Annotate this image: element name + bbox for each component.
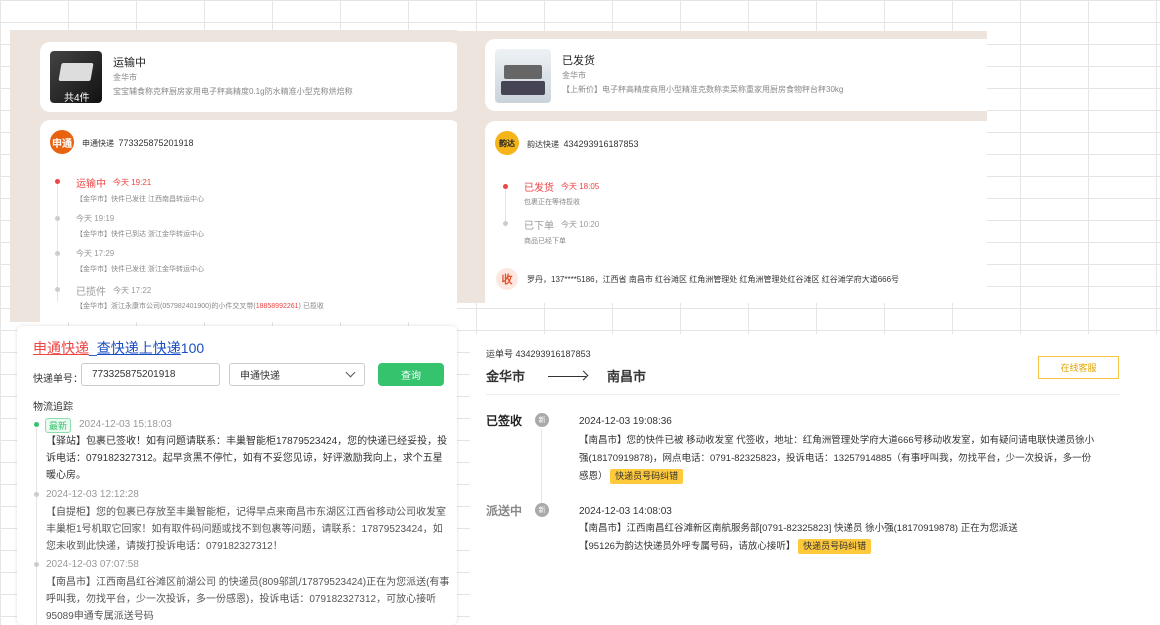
product-thumbnail[interactable] [495,49,551,103]
entry-text: 【驿站】包裹已签收！如有问题请联系：丰巢智能柜17879523424，您的快递已… [46,436,448,481]
timeline-dot [55,251,60,256]
timeline-note: 商品已经下单 [524,238,566,245]
tracking-card: 韵达 韵达快递 434293916187853 已发货 今天 18:05 包裹正… [485,121,987,303]
receiver-icon: 收 [496,268,518,290]
yunda-logo-icon: 韵达 [495,131,519,155]
event-text-note: 【95126为韵达快递员外呼专属号码，请放心接听】 快递员号码纠错 [579,538,1139,556]
route-arrow-head [578,370,589,381]
new-badge: 新 [535,503,549,517]
timeline-time: 今天 18:05 [561,182,600,191]
tracking-number-input[interactable]: 773325875201918 [81,363,220,386]
entry-text: 【南昌市】江西南昌红谷滩区前湖公司 的快递员(809邬凯/17879523424… [46,577,450,622]
event-state: 已签收 [486,414,523,428]
entry-text: 【自提柜】您的包裹已存放至丰巢智能柜，记得早点来南昌市东湖区江西省移动公司收发室… [46,507,446,552]
timeline-time: 今天 19:19 [76,214,115,223]
timeline-note: 【金华市】快件已到达 浙江金华转运中心 [76,231,204,238]
section-title: 物流追踪 [33,402,73,413]
scale-icon [504,65,542,79]
divider [486,394,1120,395]
entry-time: 2024-12-03 12:12:28 [46,489,139,500]
page-title: 申通快递_查快递上快递100 [33,340,205,356]
timeline-status: 已发货 [524,183,554,194]
carrier-select[interactable]: 申通快递 [229,363,365,386]
timeline-line [541,429,542,504]
carrier-info[interactable]: 申通快递 773325875201918 [82,138,194,149]
timeline-status: 已揽件 [76,287,106,298]
yunda-web-panel: 运单号 434293916187853 金华市 南昌市 在线客服 已签收 新 2… [470,334,1160,625]
carrier-select-value: 申通快递 [240,371,280,382]
receiver-address: 罗丹，137****5186，江西省 南昌市 红谷滩区 红角洲管理处 红角洲管理… [527,275,900,284]
carrier-name: 韵达快递 [527,140,559,149]
timeline-dot [34,492,39,497]
event-time: 2024-12-03 19:08:36 [579,416,672,427]
product-thumbnail[interactable]: 共4件 [50,51,102,103]
product-description: 【上新价】电子秤高精度商用小型精准克数称卖菜称重家用厨房食物秤台秤30kg [562,85,844,94]
courier-phone[interactable]: 18858992261 [256,303,299,310]
timeline-dot [55,287,60,292]
carrier-name: 申通快递 [82,139,114,148]
yunda-app-panel: 已发货 金华市 【上新价】电子秤高精度商用小型精准克数称卖菜称重家用厨房食物秤台… [457,31,987,303]
timeline-dot-current [55,179,60,184]
scale-icon [58,63,94,81]
item-count-label: 共4件 [64,93,90,103]
new-badge: 新 [535,413,549,427]
shop-name: 金华市 [113,73,137,82]
order-status: 已发货 [562,55,595,67]
timeline-time: 今天 17:29 [76,249,115,258]
tracking-number: 434293916187853 [563,139,639,149]
query-button[interactable]: 查询 [378,363,444,386]
timeline-time: 今天 19:21 [113,178,152,187]
shentong-logo-icon: 申通 [50,130,74,154]
destination-city: 南昌市 [607,369,647,384]
timeline-dot-current [503,184,508,189]
origin-city: 金华市 [486,369,526,384]
timeline-time: 今天 10:20 [561,220,600,229]
shop-name: 金华市 [562,71,586,80]
order-item-card[interactable]: 共4件 运输中 金华市 宝宝辅食称克秤厨房家用电子秤高精度0.1g防水精准小型克… [40,42,457,112]
entry-time: 2024-12-03 15:18:03 [79,419,172,430]
event-state: 派送中 [486,504,523,518]
timeline-dot [34,562,39,567]
event-time: 2024-12-03 14:08:03 [579,506,672,517]
waybill-number: 运单号 434293916187853 [486,349,591,359]
title-site-link[interactable]: 查快递上快递 [97,340,181,356]
timeline-status: 运输中 [76,179,106,190]
scale-base-icon [501,81,545,95]
timeline-note: 包裹正在等待揽收 [524,199,580,206]
courier-number-correction-button[interactable]: 快递员号码纠错 [798,539,872,554]
tracking-number-label: 快递单号： [33,374,83,385]
order-status: 运输中 [113,57,146,69]
courier-number-correction-button[interactable]: 快递员号码纠错 [610,469,684,484]
online-service-button[interactable]: 在线客服 [1038,356,1119,379]
timeline-note: 【金华市】快件已发往 浙江金华转运中心 [76,266,204,273]
timeline-time: 今天 17:22 [113,286,152,295]
kuaidi100-panel: 申通快递_查快递上快递100 快递单号： 773325875201918 申通快… [17,326,457,625]
timeline-dot-current [34,422,39,427]
timeline-line [36,428,37,625]
timeline-line [57,182,58,302]
timeline-note: 【金华市】快件已发往 江西南昌转运中心 [76,196,204,203]
tracking-card: 申通 申通快递 773325875201918 运输中 今天 19:21 【金华… [40,120,457,322]
timeline-dot [55,216,60,221]
carrier-info[interactable]: 韵达快递 434293916187853 [527,139,639,150]
timeline-dot [503,221,508,226]
timeline-status: 已下单 [524,221,554,232]
product-description: 宝宝辅食称克秤厨房家用电子秤高精度0.1g防水精准小型克称烘焙称 [113,87,353,96]
event-text: 【南昌市】江西南昌红谷滩新区南航服务部[0791-82325823] 快递员 徐… [579,523,1018,534]
chevron-down-icon [345,367,356,378]
timeline-note: 【金华市】浙江永康市公司(057982401900)的小件交叉带(1885899… [76,303,324,310]
tracking-number: 773325875201918 [118,138,194,148]
entry-time: 2024-12-03 07:07:58 [46,559,139,570]
shentong-app-panel: 共4件 运输中 金华市 宝宝辅食称克秤厨房家用电子秤高精度0.1g防水精准小型克… [10,30,457,322]
order-item-card[interactable]: 已发货 金华市 【上新价】电子秤高精度商用小型精准克数称卖菜称重家用厨房食物秤台… [485,39,987,111]
event-text: 【南昌市】您的快件已被 移动收发室 代签收，地址：红角洲管理处学府大道666号移… [579,435,1095,484]
latest-badge: 最新 [45,418,72,433]
title-carrier-link[interactable]: 申通快递 [33,340,89,356]
